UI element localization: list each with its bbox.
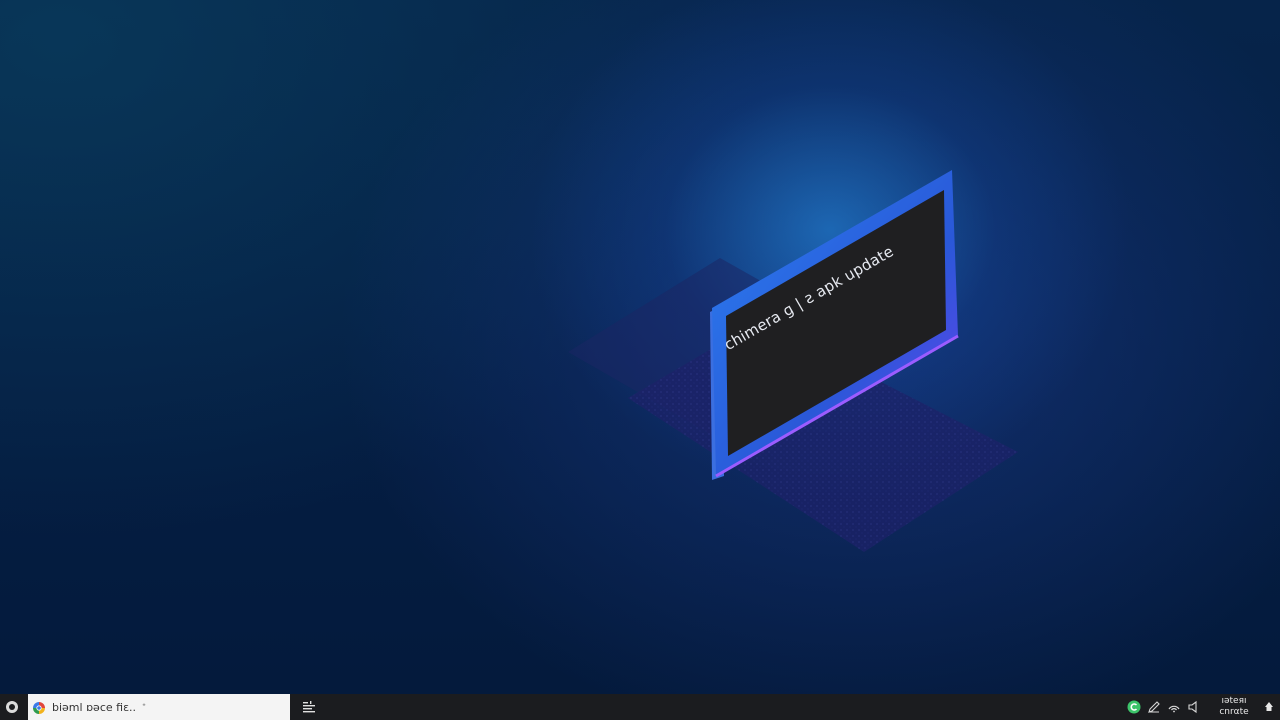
network-icon[interactable] <box>1164 694 1184 720</box>
desktop-wallpaper: chimera ɡ | ƨ apk update <box>0 0 1280 694</box>
notification-button[interactable] <box>1258 694 1280 720</box>
taskbar-clock[interactable]: ıəteяı cnrαte <box>1210 696 1258 718</box>
task-view-icon <box>303 701 315 713</box>
wallpaper-illustration <box>568 170 1018 552</box>
search-cursor: ᐩ <box>142 701 146 713</box>
browser-logo-icon <box>32 700 46 714</box>
start-icon <box>6 701 18 713</box>
task-view-button[interactable] <box>294 694 324 720</box>
search-input-text: biəml ɒəce fiɛ.. <box>52 700 137 714</box>
notification-icon <box>1265 702 1273 711</box>
pen-icon[interactable] <box>1144 694 1164 720</box>
taskbar: biəml ɒəce fiɛ.. ᐩ ıəteяı cnrαte <box>0 694 1280 720</box>
green-app-icon[interactable] <box>1124 694 1144 720</box>
taskbar-search-box[interactable]: biəml ɒəce fiɛ.. ᐩ <box>28 694 290 720</box>
speaker-icon[interactable] <box>1184 694 1204 720</box>
system-tray: ıəteяı cnrαte <box>1124 694 1280 720</box>
clock-line-1: ıəteяı <box>1221 696 1247 706</box>
clock-line-2: cnrαte <box>1219 707 1249 717</box>
start-button[interactable] <box>0 694 24 720</box>
